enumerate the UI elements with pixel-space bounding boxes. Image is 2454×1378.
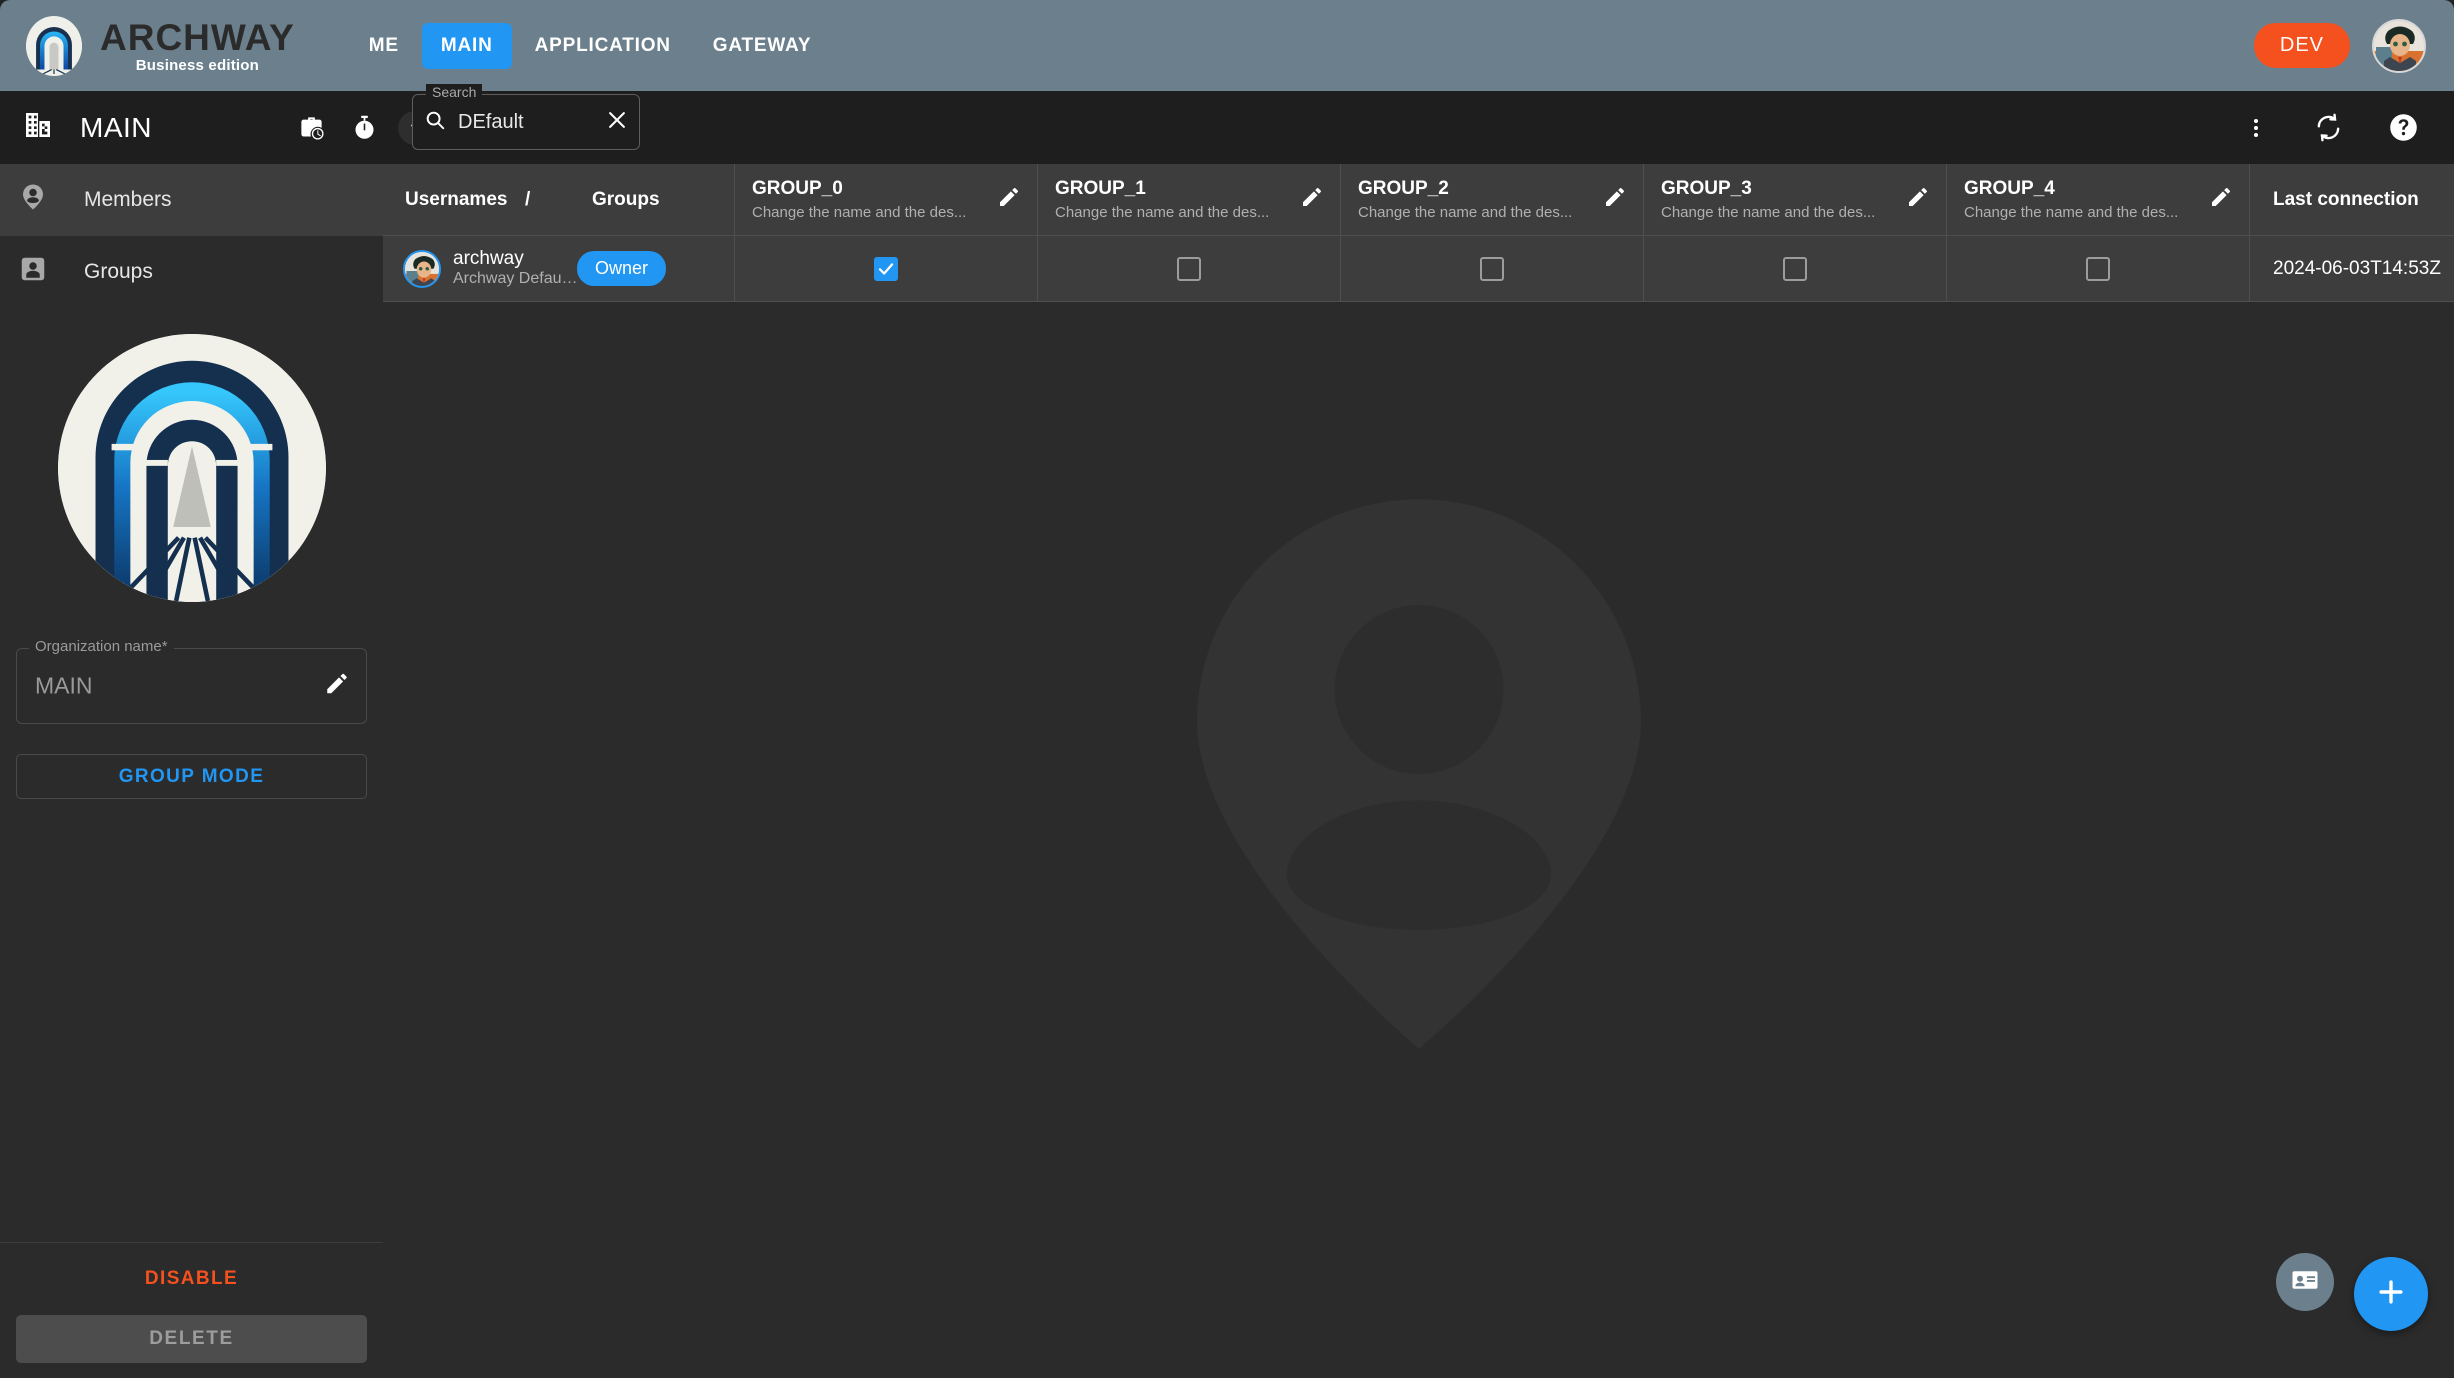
cell-username[interactable]: archway Archway Default Sys... Owner	[383, 236, 735, 301]
group-description: Change the name and the des...	[752, 204, 967, 221]
cell-group-0[interactable]	[735, 236, 1038, 301]
edit-icon[interactable]	[1906, 185, 1930, 215]
group-name: GROUP_4	[1964, 178, 2055, 199]
group-name: GROUP_1	[1055, 178, 1146, 199]
help-icon[interactable]	[2389, 113, 2418, 142]
column-header-group-2[interactable]: GROUP_2 Change the name and the des...	[1341, 164, 1644, 235]
edit-icon[interactable]	[2209, 185, 2233, 215]
organization-name-field[interactable]: Organization name* MAIN	[16, 638, 367, 724]
nav-item-application[interactable]: APPLICATION	[516, 23, 690, 69]
column-header-group-3[interactable]: GROUP_3 Change the name and the des...	[1644, 164, 1947, 235]
plus-icon	[2374, 1275, 2408, 1314]
toolbar-action-icons	[298, 114, 378, 141]
members-table: Usernames / Groups GROUP_0 Change the na…	[383, 164, 2454, 302]
edit-icon[interactable]	[324, 671, 350, 702]
timer-icon[interactable]	[351, 114, 378, 141]
group-checkbox[interactable]	[1480, 256, 1504, 281]
cell-group-2[interactable]	[1341, 236, 1644, 301]
add-member-fab[interactable]	[2354, 1257, 2428, 1331]
cell-group-3[interactable]	[1644, 236, 1947, 301]
avatar[interactable]	[2372, 18, 2426, 73]
disable-button[interactable]: DISABLE	[16, 1243, 367, 1315]
column-separator: /	[525, 188, 531, 210]
sync-icon[interactable]	[2314, 113, 2343, 142]
cell-last-connection: 2024-06-03T14:53Z	[2273, 257, 2441, 279]
brand-text: ARCHWAY Business edition	[100, 19, 295, 73]
nav-item-main[interactable]: MAIN	[421, 22, 512, 69]
brand: ARCHWAY Business edition	[26, 15, 295, 76]
sidebar-item-members[interactable]: Members	[0, 164, 383, 236]
table-header-row: Usernames / Groups GROUP_0 Change the na…	[383, 164, 2454, 236]
organization-name-input[interactable]: MAIN	[35, 673, 93, 700]
username: archway	[453, 248, 524, 270]
sidebar-item-label: Members	[84, 188, 172, 211]
column-header-group-4[interactable]: GROUP_4 Change the name and the des...	[1947, 164, 2250, 235]
toolbar-title-group: MAIN	[22, 109, 152, 146]
organization-logo-wrap	[0, 334, 383, 602]
sidebar-item-groups[interactable]: Groups	[0, 236, 383, 308]
cell-group-4[interactable]	[1947, 236, 2250, 301]
page-title: MAIN	[80, 111, 152, 143]
header-right: DEV	[2253, 18, 2426, 73]
delete-button[interactable]: DELETE	[16, 1315, 367, 1363]
avatar	[403, 249, 441, 288]
account-pin-icon	[18, 182, 48, 218]
nav-item-gateway[interactable]: GATEWAY	[694, 23, 831, 69]
account-box-icon	[18, 254, 48, 290]
organization-name-label: Organization name*	[29, 638, 174, 655]
more-vertical-icon[interactable]	[2244, 116, 2268, 140]
group-name: GROUP_0	[752, 178, 843, 199]
organization-logo-icon	[57, 334, 326, 602]
groups-label: Groups	[592, 188, 660, 210]
archway-logo-icon	[26, 15, 82, 76]
left-sidebar: Members Groups Organization name* MAIN G…	[0, 164, 383, 1378]
column-header-usernames[interactable]: Usernames / Groups	[383, 164, 735, 235]
empty-state-watermark-icon	[1154, 494, 1684, 1059]
column-header-last-connection[interactable]: Last connection	[2250, 164, 2454, 235]
group-description: Change the name and the des...	[1055, 204, 1270, 221]
brand-name: ARCHWAY	[100, 16, 295, 58]
main-content: Usernames / Groups GROUP_0 Change the na…	[383, 164, 2454, 1378]
search-field[interactable]: Search DEfault	[412, 84, 640, 150]
group-name: GROUP_3	[1661, 178, 1752, 199]
search-icon	[424, 109, 446, 136]
top-navigation: ME MAIN APPLICATION GATEWAY	[350, 22, 831, 69]
contact-card-icon	[2290, 1265, 2320, 1300]
nav-item-me[interactable]: ME	[350, 23, 418, 69]
group-checkbox[interactable]	[874, 256, 898, 281]
group-description: Change the name and the des...	[1661, 204, 1876, 221]
group-description: Change the name and the des...	[1964, 204, 2179, 221]
search-input[interactable]: DEfault	[458, 111, 594, 134]
last-connection-label: Last connection	[2273, 188, 2419, 210]
context-toolbar: MAIN	[0, 91, 2454, 164]
group-description: Change the name and the des...	[1358, 204, 1573, 221]
username-subtitle: Archway Default Sys...	[453, 270, 581, 288]
business-icon	[22, 109, 54, 146]
group-mode-button[interactable]: GROUP MODE	[16, 754, 367, 799]
app-header: ARCHWAY Business edition ME MAIN APPLICA…	[0, 0, 2454, 91]
work-history-icon[interactable]	[298, 114, 325, 141]
group-checkbox[interactable]	[1783, 256, 1807, 281]
edit-icon[interactable]	[1603, 185, 1627, 215]
group-checkbox[interactable]	[2086, 256, 2110, 281]
status-badge: Owner	[577, 251, 667, 286]
edit-icon[interactable]	[997, 185, 1021, 215]
table-row[interactable]: archway Archway Default Sys... Owner	[383, 236, 2454, 302]
environment-badge[interactable]: DEV	[2253, 23, 2350, 68]
cell-group-1[interactable]	[1038, 236, 1341, 301]
brand-subtitle: Business edition	[135, 56, 259, 74]
username-block: archway Archway Default Sys...	[453, 248, 581, 288]
group-name: GROUP_2	[1358, 178, 1449, 199]
sidebar-item-label: Groups	[84, 260, 153, 283]
contact-card-fab[interactable]	[2276, 1253, 2334, 1311]
column-header-group-0[interactable]: GROUP_0 Change the name and the des...	[735, 164, 1038, 235]
edit-icon[interactable]	[1300, 185, 1324, 215]
clear-search-icon[interactable]	[606, 109, 628, 136]
toolbar-right-icons	[2244, 113, 2418, 142]
column-header-group-1[interactable]: GROUP_1 Change the name and the des...	[1038, 164, 1341, 235]
group-checkbox[interactable]	[1177, 256, 1201, 281]
usernames-label: Usernames	[405, 188, 508, 210]
sidebar-footer: DISABLE DELETE	[0, 1242, 383, 1378]
